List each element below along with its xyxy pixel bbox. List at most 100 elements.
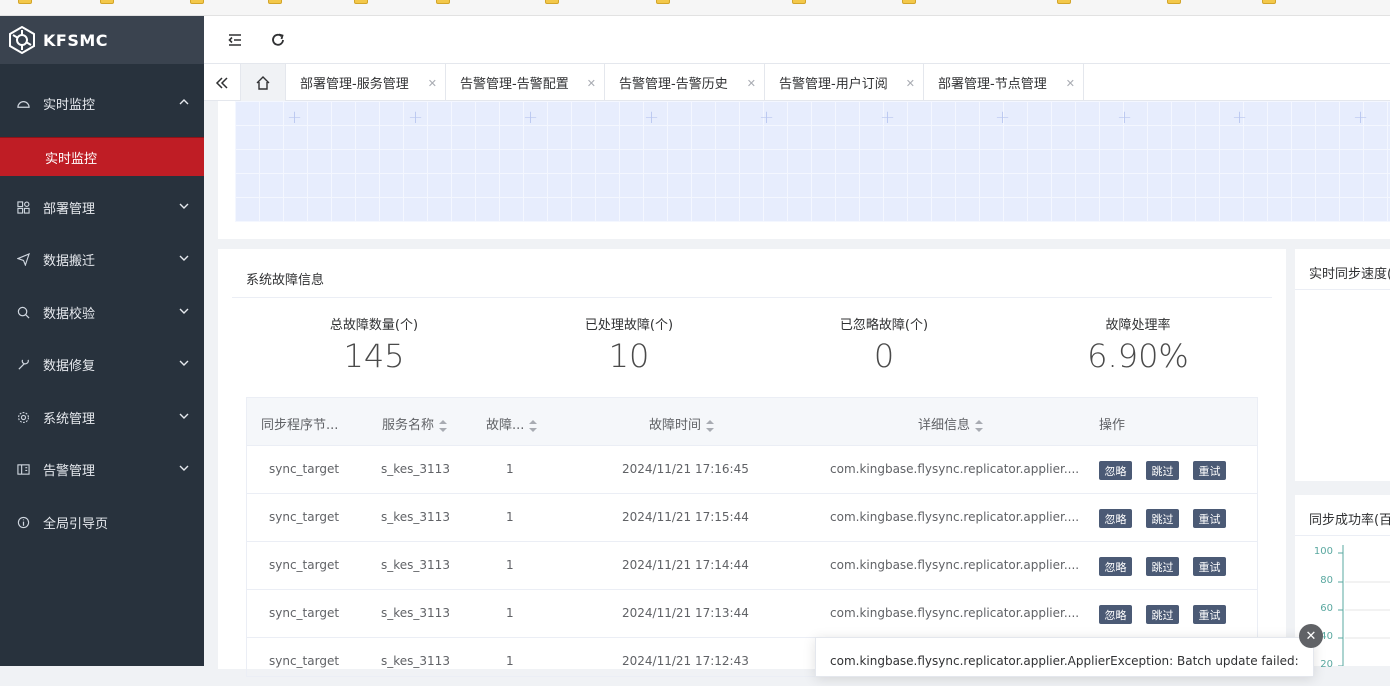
skip-button[interactable]: 跳过 [1146,461,1179,480]
retry-button[interactable]: 重试 [1193,605,1226,624]
topology-canvas[interactable]: + + + + + + + + + + [235,101,1390,222]
sidebar-item-alarm[interactable]: 告警管理 [0,451,204,487]
bookmark-folder-icon[interactable] [1262,0,1276,4]
plus-icon: + [408,107,424,128]
column-header-service[interactable]: 服务名称 [382,414,448,433]
close-icon[interactable]: ✕ [587,77,596,90]
sidebar-item-label: 数据校验 [43,306,96,322]
cell-detail[interactable]: com.kingbase.flysync.replicator.applier.… [830,606,1079,620]
tab-home[interactable] [241,64,286,101]
tab-alarm-config[interactable]: 告警管理-告警配置 ✕ [446,64,605,101]
menu-fold-icon[interactable] [226,31,244,49]
ignore-button[interactable]: 忽略 [1099,461,1132,480]
chevron-down-icon [179,465,189,471]
retry-button[interactable]: 重试 [1193,509,1226,528]
skip-button[interactable]: 跳过 [1146,509,1179,528]
sidebar-item-label: 全局引导页 [43,516,109,532]
bookmark-folder-icon[interactable] [100,0,114,4]
stat-label: 故障处理率 [1105,318,1171,333]
bookmark-folder-icon[interactable] [902,0,916,4]
grid-settings-icon [16,200,30,214]
double-chevron-left-icon [215,76,228,89]
cell-detail[interactable]: com.kingbase.flysync.replicator.applier.… [830,510,1079,524]
bookmark-folder-icon[interactable] [656,0,670,4]
tab-deploy-node[interactable]: 部署管理-节点管理 ✕ [924,64,1084,101]
stat-handled-faults: 已处理故障(个) 10 [529,314,729,375]
sidebar-item-system[interactable]: 系统管理 [0,399,204,435]
sort-icon[interactable] [439,419,448,432]
column-header-count[interactable]: 故障... [486,414,538,433]
bookmark-folder-icon[interactable] [18,0,32,4]
chevron-down-icon [179,413,189,419]
close-icon[interactable]: ✕ [747,77,756,90]
sidebar-item-label: 实时监控 [43,97,96,113]
table-row: sync_target s_kes_3113 1 2024/11/21 17:1… [247,494,1257,542]
app-logo[interactable]: KFSMC [0,16,204,64]
topology-card: + + + + + + + + + + [218,101,1390,239]
close-icon[interactable]: ✕ [1066,77,1075,90]
cell-time: 2024/11/21 17:16:45 [622,462,749,476]
sidebar-item-label: 数据搬迁 [43,253,96,269]
column-header-detail[interactable]: 详细信息 [918,414,984,433]
skip-button[interactable]: 跳过 [1146,605,1179,624]
chevron-up-icon [179,99,189,105]
plus-icon: + [523,107,539,128]
cell-detail[interactable]: com.kingbase.flysync.replicator.applier.… [830,558,1079,572]
cell-count: 1 [506,462,514,476]
column-header-node[interactable]: 同步程序节... [261,414,338,433]
axis-tick-label: 20 [1320,659,1333,670]
bookmark-folder-icon[interactable] [436,0,450,4]
sidebar-item-data-validation[interactable]: 数据校验 [0,294,204,330]
plus-icon: + [1353,107,1369,128]
retry-button[interactable]: 重试 [1193,557,1226,576]
fault-info-card: 系统故障信息 总故障数量(个) 145 已处理故障(个) 10 已忽略故障(个)… [218,249,1286,677]
sidebar-item-data-migration[interactable]: 数据搬迁 [0,241,204,277]
bookmark-folder-icon[interactable] [1167,0,1181,4]
column-header-time[interactable]: 故障时间 [649,414,715,433]
bookmark-folder-icon[interactable] [792,0,806,4]
bookmark-folder-icon[interactable] [545,0,559,4]
top-toolbar [204,16,1390,64]
chart-axis [1338,545,1390,666]
bookmark-folder-icon[interactable] [354,0,368,4]
sort-icon[interactable] [975,419,984,432]
bookmark-folder-icon[interactable] [268,0,282,4]
bookmark-folder-icon[interactable] [1057,0,1071,4]
sidebar-subitem-realtime-monitor[interactable]: 实时监控 [0,137,204,176]
ignore-button[interactable]: 忽略 [1099,557,1132,576]
refresh-icon[interactable] [269,31,287,49]
cell-service: s_kes_3113 [381,462,450,476]
close-icon[interactable]: ✕ [906,77,915,90]
dashboard-icon [16,96,30,110]
sidebar-item-data-repair[interactable]: 数据修复 [0,346,204,382]
ignore-button[interactable]: 忽略 [1099,605,1132,624]
stat-value: 145 [343,337,405,375]
ignore-button[interactable]: 忽略 [1099,509,1132,528]
sort-icon[interactable] [529,419,538,432]
skip-button[interactable]: 跳过 [1146,557,1179,576]
close-icon[interactable]: ✕ [428,77,437,90]
close-icon[interactable]: ✕ [1299,624,1323,648]
tab-alarm-subscription[interactable]: 告警管理-用户订阅 ✕ [765,64,924,101]
search-icon [16,305,30,319]
retry-button[interactable]: 重试 [1193,461,1226,480]
card-title: 实时同步速度( [1309,267,1390,282]
plus-icon: + [644,107,660,128]
tabs-scroll-left-button[interactable] [204,64,241,101]
tab-deploy-service[interactable]: 部署管理-服务管理 ✕ [286,64,446,101]
sidebar-item-guide[interactable]: 全局引导页 [0,504,204,540]
sidebar-item-label: 数据修复 [43,358,96,374]
sync-speed-card: 实时同步速度( [1295,249,1390,481]
card-title: 同步成功率(百 [1309,513,1390,528]
stat-label: 已处理故障(个) [584,318,674,333]
main-area: 部署管理-服务管理 ✕ 告警管理-告警配置 ✕ 告警管理-告警历史 ✕ 告警管理-用户… [204,16,1390,677]
sort-icon[interactable] [706,419,715,432]
bookmark-folder-icon[interactable] [190,0,204,4]
sidebar-item-realtime-monitor[interactable]: 实时监控 [0,85,204,121]
detail-tooltip: com.kingbase.flysync.replicator.applier.… [815,637,1314,677]
stat-handling-rate: 故障处理率 6.90% [1038,314,1238,375]
tab-alarm-history[interactable]: 告警管理-告警历史 ✕ [605,64,765,101]
cell-detail[interactable]: com.kingbase.flysync.replicator.applier.… [830,462,1079,476]
sidebar: KFSMC 实时监控 实时监控 部署管理 数据搬迁 数据校验 数据修复 系统管理… [0,16,204,666]
sidebar-item-deploy[interactable]: 部署管理 [0,189,204,225]
